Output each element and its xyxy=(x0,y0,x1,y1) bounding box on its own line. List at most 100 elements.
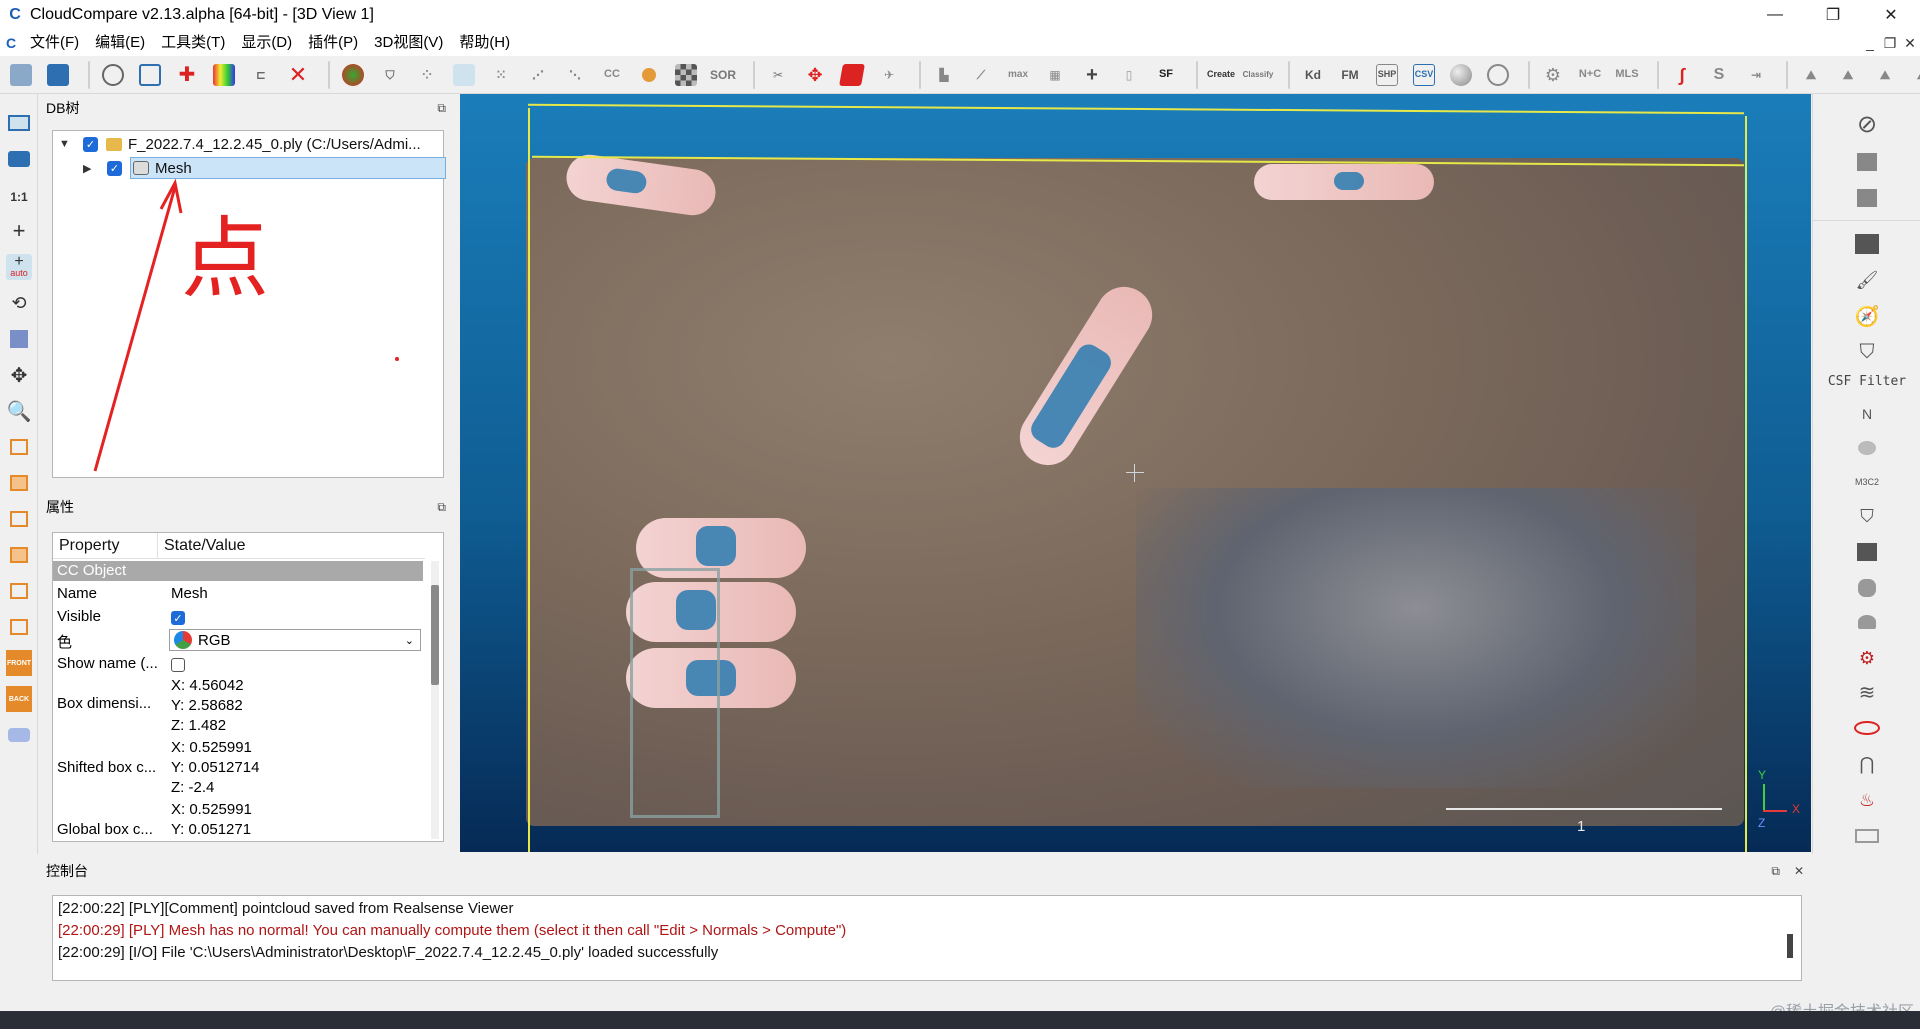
nc-icon[interactable]: N+C xyxy=(1575,60,1605,90)
csv-icon[interactable]: CSV xyxy=(1409,60,1439,90)
compass-icon[interactable]: 🧭 xyxy=(1853,302,1881,330)
s-dots-icon[interactable]: S xyxy=(1704,60,1734,90)
m3c2-icon[interactable]: M3C2 xyxy=(1853,468,1881,496)
camera-icon[interactable] xyxy=(6,146,32,172)
view-back-icon[interactable] xyxy=(6,542,32,568)
csf-shield-icon[interactable]: ⛉ xyxy=(1853,338,1881,366)
menu-plugins[interactable]: 插件(P) xyxy=(300,30,366,56)
fire-icon[interactable]: ♨ xyxy=(1853,786,1881,814)
segment-icon[interactable]: ⊏ xyxy=(246,60,276,90)
menu-help[interactable]: 帮助(H) xyxy=(451,30,518,56)
view-right-icon[interactable] xyxy=(6,578,32,604)
close-button[interactable]: ✕ xyxy=(1862,0,1920,30)
mesh-checkbox[interactable]: ✓ xyxy=(107,160,122,176)
plot-icon[interactable]: ⟋ xyxy=(966,60,996,90)
sf-icon[interactable]: SF xyxy=(1151,60,1181,90)
3d-view[interactable]: 1 Y X Z xyxy=(460,94,1811,852)
export-icon[interactable]: ⇥ xyxy=(1741,60,1771,90)
shp-icon[interactable]: SHP xyxy=(1372,60,1402,90)
minimize-button[interactable]: — xyxy=(1746,0,1804,30)
hpr-icon[interactable] xyxy=(1853,434,1881,462)
cube-icon[interactable] xyxy=(6,326,32,352)
menu-3dviews[interactable]: 3D视图(V) xyxy=(366,30,451,56)
root-checkbox[interactable]: ✓ xyxy=(83,136,98,152)
one-to-one-button[interactable]: 1:1 xyxy=(6,184,32,210)
console-float-button[interactable]: ⧉ xyxy=(1771,861,1780,881)
trash-icon[interactable]: ▯ xyxy=(1114,60,1144,90)
view-top-icon[interactable] xyxy=(6,434,32,460)
selected-mesh-row[interactable]: Mesh xyxy=(130,157,446,179)
qanimation-icon[interactable]: ⚙ xyxy=(1853,644,1881,672)
hexagon-icon[interactable] xyxy=(1853,574,1881,602)
properties-scrollbar[interactable] xyxy=(431,561,439,839)
rgb-icon-tool[interactable] xyxy=(1853,608,1881,636)
delete-icon[interactable]: ✕ xyxy=(283,60,313,90)
normals-icon[interactable] xyxy=(338,60,368,90)
cdl-icon[interactable] xyxy=(1853,148,1881,176)
globe-icon[interactable] xyxy=(1483,60,1513,90)
noise-icon[interactable]: ⁙ xyxy=(486,60,516,90)
ellipse-icon[interactable] xyxy=(1853,714,1881,742)
collapse-arrow-icon[interactable]: ▶ xyxy=(83,162,95,175)
layers-icon[interactable]: ≋ xyxy=(1853,678,1881,706)
mountain-1-icon[interactable]: ⛰ xyxy=(1796,60,1826,90)
console-close-button[interactable]: ✕ xyxy=(1794,861,1804,881)
s-icon[interactable]: ∫ xyxy=(1667,60,1697,90)
scrollbar-thumb[interactable] xyxy=(431,585,439,685)
menu-file[interactable]: 文件(F) xyxy=(22,30,87,56)
settings-icon[interactable] xyxy=(98,60,128,90)
tree-item-mesh[interactable]: ▶ ✓ Mesh xyxy=(83,157,446,179)
box-icon[interactable] xyxy=(837,60,867,90)
screen-icon[interactable] xyxy=(6,110,32,136)
menu-edit[interactable]: 编辑(E) xyxy=(87,30,153,56)
scissors-icon[interactable]: ✂ xyxy=(763,60,793,90)
pick-point-icon[interactable]: ✚ xyxy=(172,60,202,90)
canupo-classify-icon[interactable]: Classify xyxy=(1243,60,1274,90)
tree-item-root[interactable]: ▼ ✓ F_2022.7.4_12.2.45_0.ply (C:/Users/A… xyxy=(59,133,421,155)
restore-button[interactable]: ❐ xyxy=(1804,0,1862,30)
db-tree-float-button[interactable]: ⧉ xyxy=(437,98,446,118)
view-bottom-icon[interactable] xyxy=(6,614,32,640)
shield-icon[interactable]: ⛉ xyxy=(375,60,405,90)
mdi-restore-button[interactable]: ❐ xyxy=(1880,30,1900,56)
cc-icon[interactable]: CC xyxy=(597,60,627,90)
subsample-icon[interactable] xyxy=(449,60,479,90)
pcv-icon[interactable] xyxy=(1853,538,1881,566)
checker-icon[interactable] xyxy=(671,60,701,90)
console-scrollbar-thumb[interactable] xyxy=(1787,934,1793,958)
max-icon[interactable]: max xyxy=(1003,60,1033,90)
sor-icon[interactable]: SOR xyxy=(708,60,738,90)
mountain-3-icon[interactable]: ⛰ xyxy=(1870,60,1900,90)
scatter-icon[interactable]: ⋱ xyxy=(560,60,590,90)
ruler-icon[interactable] xyxy=(1853,822,1881,850)
brush-icon[interactable]: 🖌 xyxy=(1853,266,1881,294)
gear-icon[interactable]: ⚙ xyxy=(1538,60,1568,90)
sphere-icon[interactable] xyxy=(1446,60,1476,90)
shield-2-icon[interactable]: ⛉ xyxy=(1853,502,1881,530)
rotate-icon[interactable]: ⟲ xyxy=(6,290,32,316)
csf-filter-label[interactable]: CSF Filter xyxy=(1813,374,1920,389)
normal-n-button[interactable]: N xyxy=(1853,400,1881,428)
mdi-close-button[interactable]: ✕ xyxy=(1900,30,1920,56)
show-name-checkbox[interactable] xyxy=(171,658,185,672)
arch-icon[interactable]: ⋂ xyxy=(1853,750,1881,778)
mountain-2-icon[interactable]: ⛰ xyxy=(1833,60,1863,90)
plus-icon[interactable]: + xyxy=(1077,60,1107,90)
view-front-icon[interactable] xyxy=(6,470,32,496)
fm-icon[interactable]: FM xyxy=(1335,60,1365,90)
clapper-icon[interactable] xyxy=(1853,230,1881,258)
kd-icon[interactable]: Kd xyxy=(1298,60,1328,90)
histogram-icon[interactable]: ▙ xyxy=(929,60,959,90)
menu-tools[interactable]: 工具类(T) xyxy=(153,30,233,56)
view-left-icon[interactable] xyxy=(6,506,32,532)
forbidden-icon[interactable]: ⊘ xyxy=(1853,110,1881,138)
menu-display[interactable]: 显示(D) xyxy=(233,30,300,56)
color-scale-icon[interactable] xyxy=(209,60,239,90)
canupo-create-icon[interactable]: Create xyxy=(1206,60,1236,90)
plus-view-icon[interactable]: + xyxy=(6,218,32,244)
translate-icon[interactable]: ✥ xyxy=(800,60,830,90)
open-icon[interactable] xyxy=(6,60,36,90)
mountain-4-icon[interactable]: ⛰ xyxy=(1907,60,1920,90)
list-icon[interactable] xyxy=(135,60,165,90)
filter-icon[interactable]: ⋰ xyxy=(523,60,553,90)
